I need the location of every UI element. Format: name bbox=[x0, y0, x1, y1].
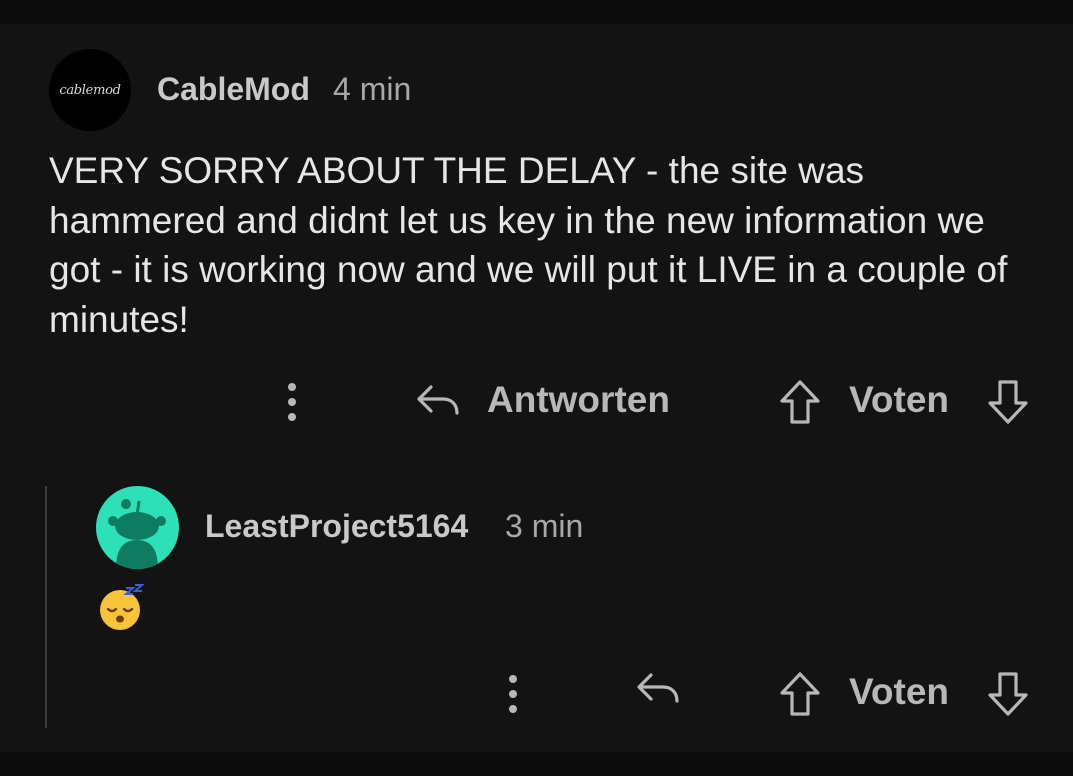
arrow-up-icon[interactable] bbox=[779, 379, 821, 425]
snoo-avatar-icon[interactable] bbox=[96, 486, 179, 569]
cablemod-avatar[interactable]: cablemod bbox=[49, 49, 131, 131]
comment-timestamp: 4 min bbox=[333, 71, 412, 107]
reply-timestamp: 3 min bbox=[505, 508, 584, 544]
reply-label: Antworten bbox=[487, 379, 670, 420]
reply-arrow-icon bbox=[635, 671, 681, 705]
comment-author[interactable]: CableMod bbox=[157, 71, 310, 108]
thread-line[interactable] bbox=[45, 486, 47, 728]
reply-button[interactable] bbox=[635, 671, 681, 705]
vertical-ellipsis-icon[interactable] bbox=[287, 383, 297, 423]
vertical-ellipsis-icon[interactable] bbox=[508, 675, 518, 715]
reply-author[interactable]: LeastProject5164 bbox=[205, 508, 468, 545]
vote-count-label: Voten bbox=[849, 379, 950, 420]
sleeping-face-emoji bbox=[98, 584, 146, 632]
screen-frame: cablemod CableMod 4 min VERY SORRY ABOUT… bbox=[0, 0, 1073, 776]
arrow-down-icon[interactable] bbox=[987, 671, 1029, 717]
arrow-up-icon[interactable] bbox=[779, 671, 821, 717]
arrow-down-icon[interactable] bbox=[987, 379, 1029, 425]
comment-actions: Antworten Voten bbox=[0, 375, 1073, 431]
cablemod-logo: cablemod bbox=[59, 82, 121, 98]
comment-body-text: VERY SORRY ABOUT THE DELAY - the site wa… bbox=[49, 150, 1008, 340]
vote-count-label: Voten bbox=[849, 671, 950, 712]
reply-button[interactable]: Antworten bbox=[415, 379, 670, 421]
reply-arrow-icon bbox=[415, 383, 461, 417]
